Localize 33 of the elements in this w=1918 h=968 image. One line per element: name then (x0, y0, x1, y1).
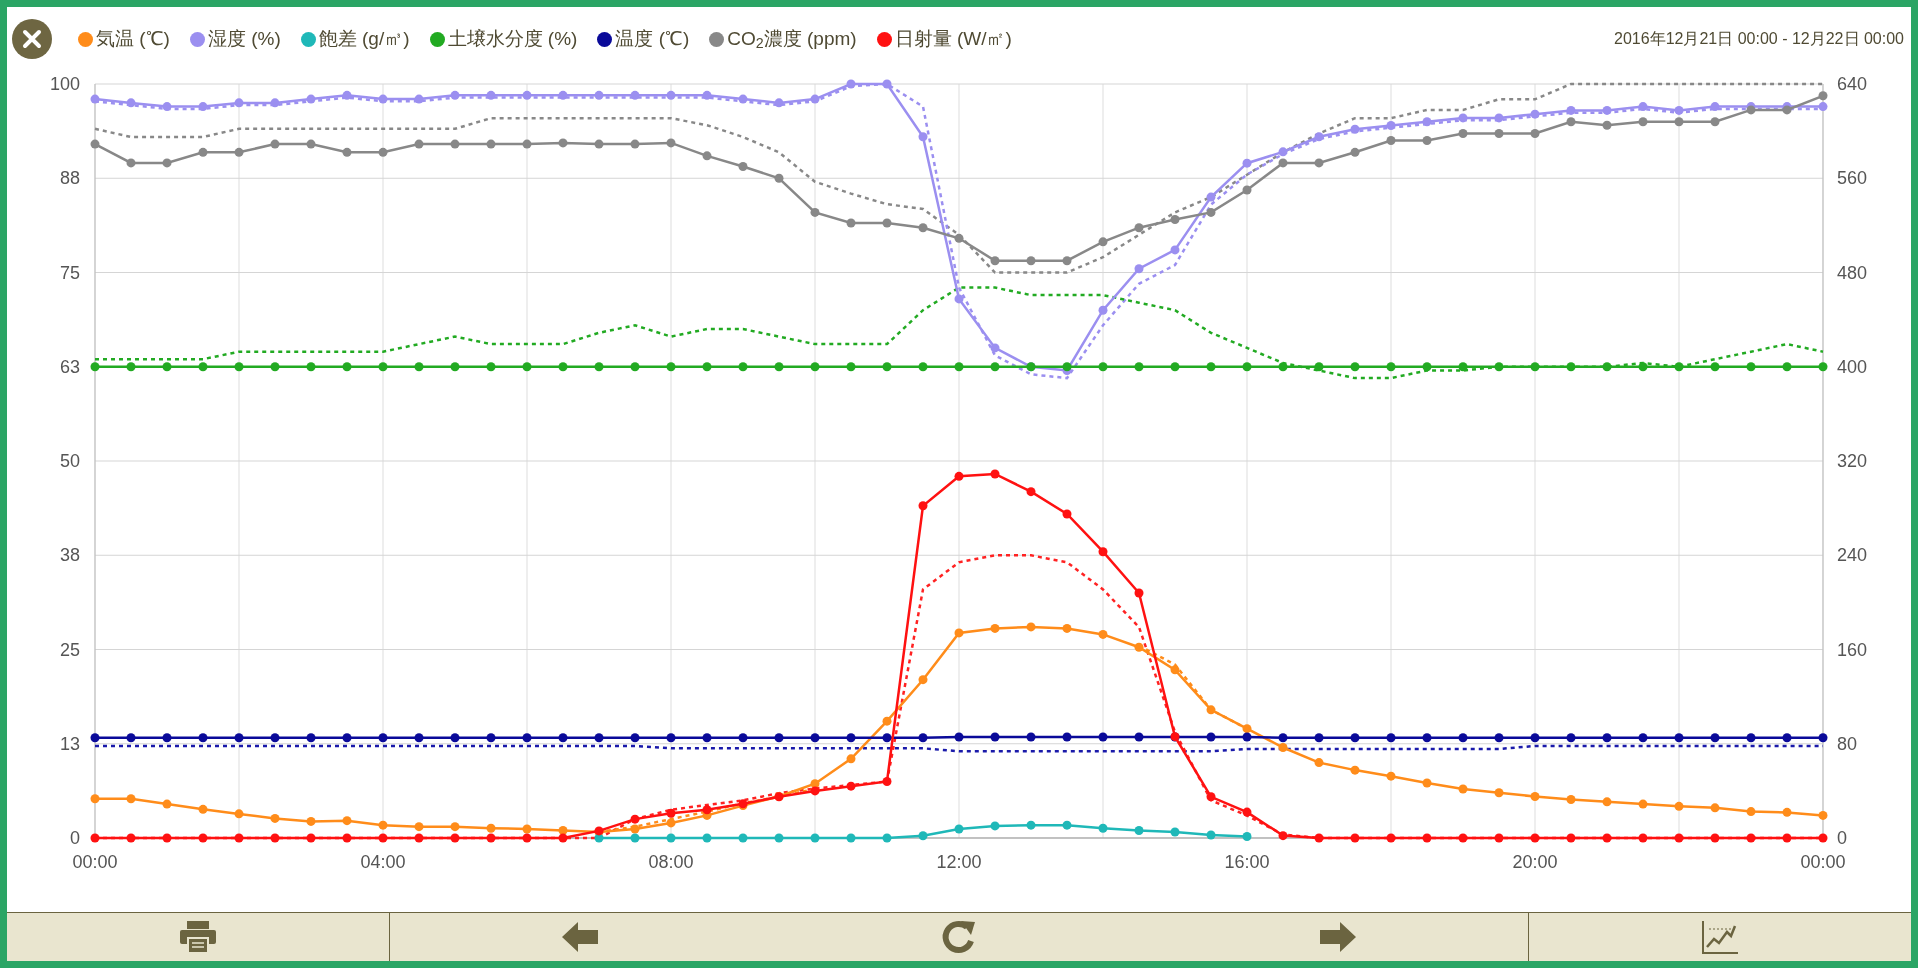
legend-label: 温度 (℃) (615, 26, 690, 51)
axis-tick-label: 08:00 (648, 852, 694, 872)
axis-tick-label: 00:00 (72, 852, 118, 872)
legend-label: 飽差 (g/㎥) (318, 26, 410, 51)
axis-tick-label: 80 (1837, 733, 1858, 754)
date-range: 2016年12月21日 00:00 - 12月22日 00:00 (1614, 29, 1904, 49)
axis-tick-label: 16:00 (1224, 852, 1270, 872)
legend-label: 土壌水分度 (%) (447, 26, 578, 51)
axis-tick-label: 560 (1837, 168, 1868, 189)
axis-tick-label: 0 (1837, 828, 1847, 848)
axis-tick-label: 20:00 (1512, 852, 1558, 872)
axis-tick-label: 0 (70, 828, 80, 848)
axis-tick-label: 240 (1837, 545, 1868, 566)
axis-tick-label: 100 (49, 74, 80, 94)
axis-tick-label: 13 (59, 733, 80, 754)
axis-tick-label: 400 (1837, 356, 1868, 377)
axis-tick-label: 04:00 (360, 852, 406, 872)
legend-label: 日射量 (W/㎡) (894, 26, 1012, 51)
axis-tick-label: 160 (1837, 639, 1868, 660)
axis-tick-label: 480 (1837, 262, 1868, 283)
legend-label: CO$_{2}$濃度 (ppm) (727, 26, 857, 54)
axis-tick-label: 12:00 (936, 852, 982, 872)
axis-tick-label: 25 (59, 639, 80, 660)
axis-tick-label: 50 (59, 451, 80, 471)
axis-tick-label: 63 (59, 356, 80, 377)
legend-label: 気温 (℃) (96, 26, 170, 51)
legend-label: 湿度 (%) (207, 26, 281, 51)
axis-tick-label: 640 (1837, 74, 1868, 94)
axis-tick-label: 38 (59, 545, 80, 566)
axis-tick-label: 00:00 (1800, 852, 1846, 872)
axis-tick-label: 75 (59, 262, 80, 283)
axis-tick-label: 88 (59, 168, 80, 189)
axis-tick-label: 320 (1837, 451, 1868, 471)
